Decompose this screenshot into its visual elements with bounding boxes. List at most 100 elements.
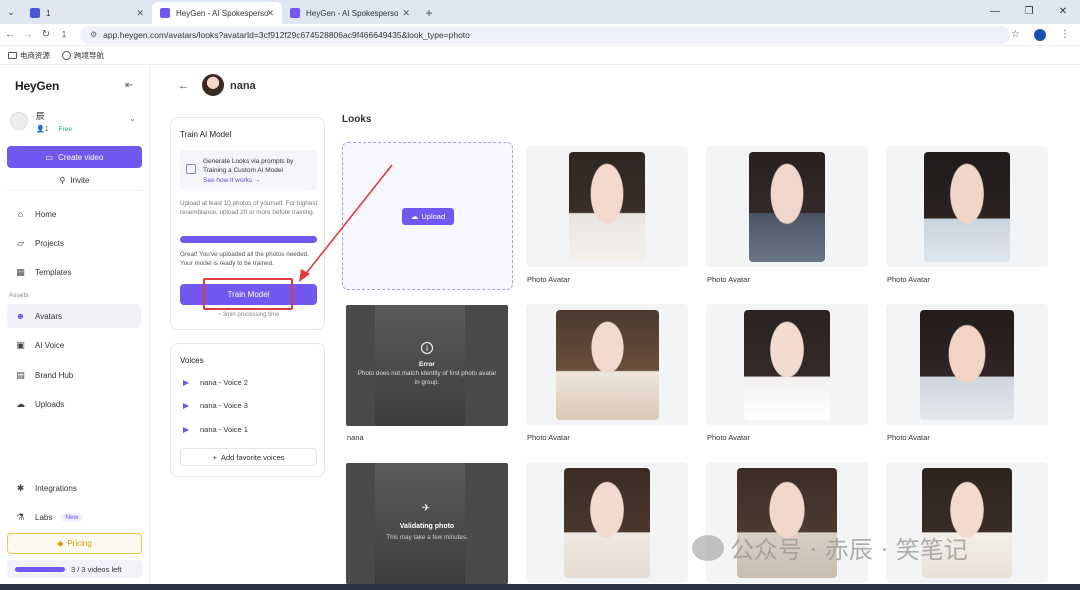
browser-tab-1[interactable]: 1 ✕ bbox=[22, 2, 152, 24]
workspace-avatar bbox=[10, 112, 28, 130]
play-icon[interactable] bbox=[183, 402, 189, 409]
close-tab-icon[interactable]: ✕ bbox=[136, 8, 144, 19]
sidebar-item-labs[interactable]: ⚗ Labs New bbox=[7, 505, 141, 529]
sidebar-item-uploads[interactable]: ☁ Uploads bbox=[7, 392, 141, 416]
labs-icon: ⚗ bbox=[16, 511, 25, 522]
heygen-logo: HeyGen bbox=[15, 79, 60, 93]
forward-icon[interactable]: → bbox=[20, 29, 36, 40]
error-message: Photo does not match identity of first p… bbox=[357, 370, 497, 386]
browser-tab-3[interactable]: HeyGen - AI Spokesperson V ✕ bbox=[282, 2, 418, 24]
upload-button[interactable]: ☁ Upload bbox=[402, 208, 454, 225]
sidebar-item-projects[interactable]: ▱ Projects bbox=[7, 231, 141, 255]
sidebar-item-templates[interactable]: ▦ Templates bbox=[7, 260, 141, 284]
sidebar-item-brand-hub[interactable]: ▤ Brand Hub bbox=[7, 363, 141, 387]
photo-avatar-tile[interactable] bbox=[526, 146, 688, 267]
site-info-icon[interactable]: ⚙ bbox=[90, 30, 97, 39]
sidebar-item-home[interactable]: ⌂ Home bbox=[7, 202, 141, 226]
close-tab-icon[interactable]: ✕ bbox=[402, 8, 410, 19]
sidebar-item-avatars[interactable]: ☻ Avatars bbox=[7, 304, 141, 328]
watermark: 公众号 · 赤辰 · 笑笔记 bbox=[692, 530, 968, 565]
invite-button[interactable]: ⚲ Invite bbox=[7, 171, 142, 191]
workspace-name: 辰 bbox=[36, 110, 45, 121]
processing-time-note: ~ 3min processing time bbox=[217, 312, 280, 318]
maximize-icon[interactable]: ❐ bbox=[1012, 0, 1046, 24]
upload-cloud-icon: ☁ bbox=[410, 212, 419, 221]
validating-title: Validating photo bbox=[399, 523, 455, 530]
upload-progress-bar bbox=[180, 236, 317, 243]
photo-avatar-tile[interactable] bbox=[526, 304, 688, 425]
video-plus-icon: ▭ bbox=[45, 152, 54, 162]
voice-item[interactable]: nana - Voice 3 bbox=[183, 401, 248, 410]
avatar-photo bbox=[569, 152, 645, 262]
pricing-button[interactable]: ◆ Pricing bbox=[7, 533, 142, 554]
avatar-photo bbox=[920, 310, 1014, 420]
reload-icon[interactable]: ↻ bbox=[38, 29, 54, 40]
annotation-highlight-box bbox=[203, 278, 293, 310]
upload-dropzone[interactable]: ☁ Upload bbox=[342, 142, 513, 290]
wechat-icon bbox=[692, 534, 724, 561]
sidebar-item-integrations[interactable]: ✱ Integrations bbox=[7, 476, 141, 500]
photo-avatar-label: Photo Avatar bbox=[527, 275, 570, 284]
heygen-favicon-icon bbox=[160, 8, 170, 18]
error-photo-tile[interactable]: i Error Photo does not match identity of… bbox=[346, 305, 508, 426]
error-title: Error bbox=[419, 361, 435, 368]
validating-photo-tile[interactable]: ✈ Validating photo This may take a few m… bbox=[346, 463, 508, 584]
bookmark-crossborder-nav[interactable]: 跨境导航 bbox=[62, 50, 104, 61]
profile-avatar-icon[interactable] bbox=[1034, 28, 1046, 41]
voice-item[interactable]: nana - Voice 2 bbox=[183, 378, 248, 387]
bookmark-star-icon[interactable]: ☆ bbox=[1011, 29, 1020, 41]
train-info-box: Generate Looks via prompts by Training a… bbox=[180, 150, 317, 190]
os-taskbar bbox=[0, 584, 1080, 590]
diamond-icon: ◆ bbox=[57, 539, 64, 548]
play-icon[interactable] bbox=[183, 379, 189, 386]
tab-search-chevron-icon[interactable]: ⌄ bbox=[0, 0, 22, 24]
globe-icon bbox=[62, 51, 71, 60]
photo-avatar-tile[interactable] bbox=[706, 146, 868, 267]
folder-icon bbox=[8, 52, 17, 59]
avatar-name: nana bbox=[230, 80, 256, 92]
create-video-button[interactable]: ▭ Create video bbox=[7, 146, 142, 168]
integrations-icon: ✱ bbox=[16, 482, 25, 493]
home-count-icon[interactable]: 1 bbox=[56, 30, 72, 39]
add-favorite-voices-button[interactable]: + Add favorite voices bbox=[180, 448, 317, 466]
photo-avatar-tile[interactable] bbox=[886, 146, 1048, 267]
workspace-switcher[interactable]: 辰 👤1 Free ⌄ bbox=[10, 106, 142, 136]
photo-avatar-tile[interactable] bbox=[526, 462, 688, 583]
upload-progress-fill bbox=[180, 236, 317, 243]
voice-item[interactable]: nana - Voice 1 bbox=[183, 425, 248, 434]
browser-tab-2[interactable]: HeyGen - AI Spokesperson V ✕ bbox=[152, 2, 282, 24]
photo-avatar-label: Photo Avatar bbox=[887, 275, 930, 284]
new-tab-button[interactable]: + bbox=[418, 2, 440, 24]
tab-favicon-icon bbox=[30, 8, 40, 18]
browser-menu-icon[interactable]: ⋮ bbox=[1060, 29, 1070, 41]
photo-avatar-tile[interactable] bbox=[886, 304, 1048, 425]
sidebar-item-ai-voice[interactable]: ▣ AI Voice bbox=[7, 333, 141, 357]
bookmark-folder-ecommerce[interactable]: 电商资源 bbox=[8, 50, 50, 61]
address-bar: ← → ↻ 1 ⚙ app.heygen.com/avatars/looks?a… bbox=[0, 24, 1080, 46]
sparkle-icon bbox=[186, 164, 196, 174]
avatar-photo bbox=[744, 310, 830, 420]
close-window-icon[interactable]: ✕ bbox=[1046, 0, 1080, 24]
chevron-down-icon: ⌄ bbox=[129, 114, 136, 123]
home-icon: ⌂ bbox=[17, 209, 24, 219]
see-how-link[interactable]: See how it works → bbox=[203, 177, 260, 184]
close-tab-icon[interactable]: ✕ bbox=[266, 8, 274, 19]
avatar-photo bbox=[564, 468, 650, 578]
upload-requirements-text: Upload at least 10 photos of yourself. F… bbox=[180, 200, 318, 216]
voices-title: Voices bbox=[180, 356, 204, 365]
assets-section-label: Assets bbox=[9, 292, 29, 299]
photo-avatar-label: Photo Avatar bbox=[527, 433, 570, 442]
members-icon: 👤 bbox=[36, 125, 45, 133]
back-button[interactable]: ← bbox=[178, 80, 189, 92]
avatar-icon: ☻ bbox=[15, 311, 26, 321]
minimize-icon[interactable]: — bbox=[978, 0, 1012, 24]
ready-message: Great! You've uploaded all the photos ne… bbox=[180, 251, 309, 267]
plan-badge: Free bbox=[58, 125, 72, 133]
back-icon[interactable]: ← bbox=[2, 29, 18, 40]
collapse-sidebar-icon[interactable]: ⇤ bbox=[125, 80, 133, 91]
photo-avatar-tile[interactable] bbox=[706, 304, 868, 425]
avatar-thumbnail bbox=[202, 74, 224, 96]
play-icon[interactable] bbox=[183, 426, 189, 433]
url-input[interactable]: ⚙ app.heygen.com/avatars/looks?avatarId=… bbox=[80, 25, 1010, 44]
new-badge: New bbox=[61, 512, 83, 522]
